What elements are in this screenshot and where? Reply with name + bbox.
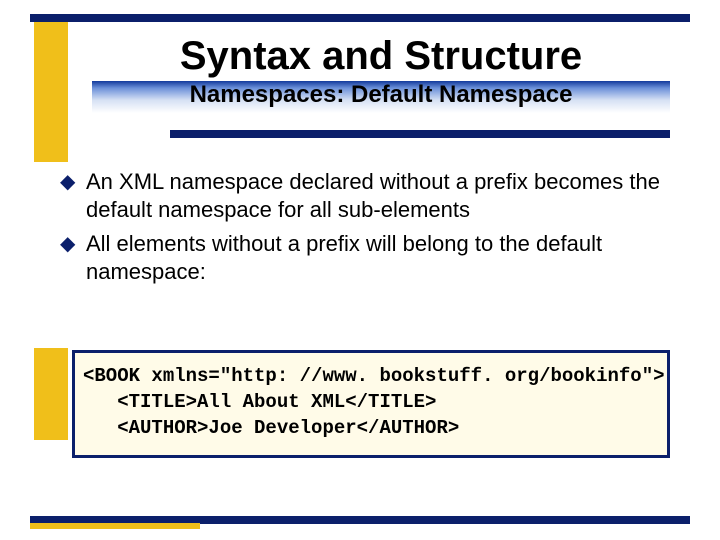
subtitle-underline [170, 130, 670, 138]
bottom-gold-accent [30, 523, 200, 529]
code-line: <BOOK xmlns="http: //www. bookstuff. org… [83, 365, 665, 387]
code-line: <AUTHOR>Joe Developer</AUTHOR> [83, 417, 459, 439]
gold-side-bar-top [34, 22, 68, 162]
top-rule [30, 14, 690, 22]
bullet-text: An XML namespace declared without a pref… [86, 168, 676, 224]
slide-title: Syntax and Structure [92, 34, 670, 79]
code-line: <TITLE>All About XML</TITLE> [83, 391, 436, 413]
slide-subtitle: Namespaces: Default Namespace [92, 81, 670, 109]
code-example: <BOOK xmlns="http: //www. bookstuff. org… [72, 350, 670, 458]
bullet-item: ◆ All elements without a prefix will bel… [60, 230, 676, 286]
content-area: ◆ An XML namespace declared without a pr… [60, 168, 676, 292]
gold-side-bar-code [34, 348, 68, 440]
bullet-icon: ◆ [60, 230, 86, 258]
title-block: Syntax and Structure Namespaces: Default… [92, 34, 670, 113]
subtitle-band: Namespaces: Default Namespace [92, 81, 670, 113]
bullet-text: All elements without a prefix will belon… [86, 230, 676, 286]
bullet-icon: ◆ [60, 168, 86, 196]
bullet-item: ◆ An XML namespace declared without a pr… [60, 168, 676, 224]
